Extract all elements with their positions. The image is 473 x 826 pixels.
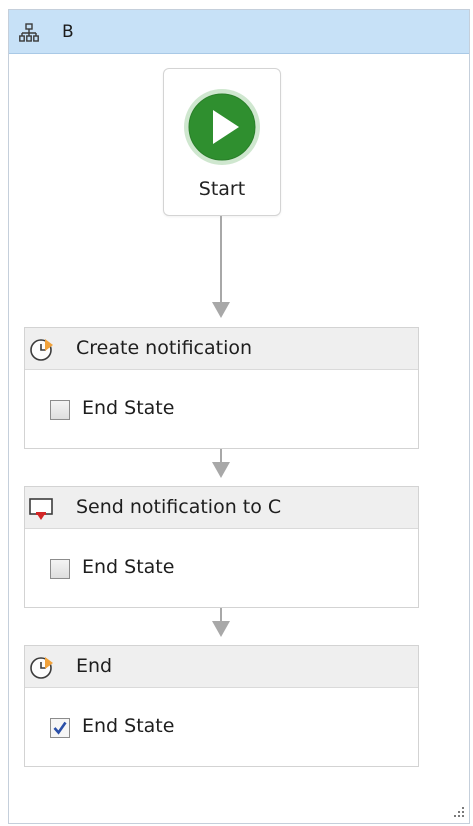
connector-arrows <box>212 216 230 637</box>
connector-arrowhead <box>212 462 230 478</box>
connector-arrowhead <box>212 621 230 637</box>
connector-arrowhead <box>212 302 230 318</box>
